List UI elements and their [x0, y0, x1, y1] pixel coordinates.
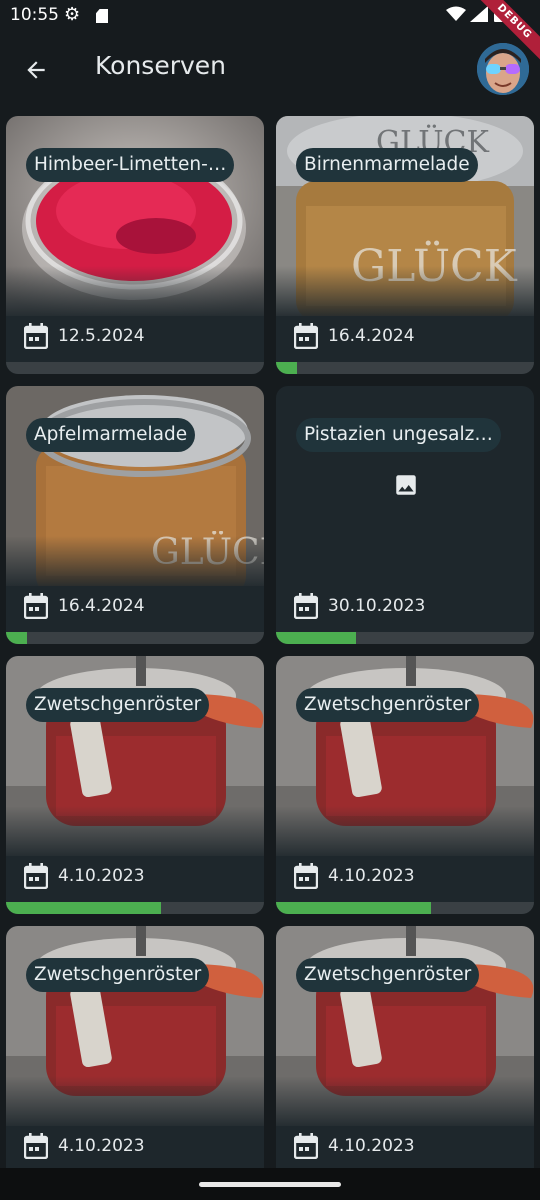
calendar-icon [294, 593, 318, 619]
card-date-row: 4.10.2023 [294, 1132, 415, 1160]
card-title: Zwetschgenröster [26, 688, 210, 722]
calendar-icon [24, 863, 48, 889]
debug-banner: DEBUG [470, 0, 540, 70]
sd-card-icon [96, 9, 108, 23]
calendar-icon [294, 323, 318, 349]
progress-fill [276, 902, 431, 914]
card-title: Birnenmarmelade [296, 148, 478, 182]
status-bar: 10:55 ⚙ [0, 0, 540, 34]
page-title: Konserven [95, 51, 226, 80]
card-title: Apfelmarmelade [26, 418, 196, 452]
preserve-card[interactable]: GLÜCK GLÜCK Birnenmarmelade 16.4.2024 [276, 116, 534, 374]
progress-fill [6, 902, 161, 914]
photo-fade [6, 536, 264, 591]
preserve-card[interactable]: Zwetschgenröster 4.10.2023 [6, 656, 264, 914]
arrow-left-icon [27, 61, 45, 79]
photo-fade [276, 1076, 534, 1131]
app-bar: Konserven [0, 34, 540, 104]
progress-fill [276, 632, 356, 644]
calendar-icon [294, 863, 318, 889]
debug-label: DEBUG [470, 0, 540, 70]
preserve-card[interactable]: Zwetschgenröster 4.10.2023 [6, 926, 264, 1168]
card-date-row: 4.10.2023 [24, 862, 145, 890]
gear-icon: ⚙ [64, 4, 81, 25]
card-title: Pistazien ungesalz… [296, 418, 501, 452]
card-title: Zwetschgenröster [296, 958, 480, 992]
progress-bar [276, 902, 534, 914]
card-title: Zwetschgenröster [26, 958, 210, 992]
card-date: 4.10.2023 [58, 866, 145, 886]
card-date: 16.4.2024 [58, 596, 145, 616]
card-date: 16.4.2024 [328, 326, 415, 346]
wifi-icon [446, 6, 466, 21]
photo-fade [6, 266, 264, 321]
preserve-card[interactable]: Himbeer-Limetten-… 12.5.2024 [6, 116, 264, 374]
preserve-card[interactable]: Zwetschgenröster 4.10.2023 [276, 656, 534, 914]
card-title: Himbeer-Limetten-… [26, 148, 235, 182]
back-button[interactable] [16, 50, 56, 90]
preserve-card[interactable]: Zwetschgenröster 4.10.2023 [276, 926, 534, 1168]
card-date-row: 16.4.2024 [24, 592, 145, 620]
card-date-row: 16.4.2024 [294, 322, 415, 350]
system-navigation-bar [0, 1168, 540, 1200]
image-icon [396, 475, 416, 495]
progress-bar [276, 362, 534, 374]
progress-bar [6, 632, 264, 644]
calendar-icon [24, 593, 48, 619]
preserves-grid: Himbeer-Limetten-… 12.5.2024 GLÜCK GLÜCK… [6, 116, 534, 1168]
card-date-row: 4.10.2023 [294, 862, 415, 890]
progress-fill [6, 632, 27, 644]
card-date: 30.10.2023 [328, 596, 426, 616]
progress-bar [6, 362, 264, 374]
photo-fade [6, 1076, 264, 1131]
card-date: 4.10.2023 [58, 1136, 145, 1156]
progress-fill [276, 362, 297, 374]
card-date-row: 30.10.2023 [294, 592, 425, 620]
card-date: 4.10.2023 [328, 866, 415, 886]
card-title: Zwetschgenröster [296, 688, 480, 722]
home-indicator[interactable] [199, 1182, 341, 1187]
calendar-icon [24, 323, 48, 349]
card-date: 4.10.2023 [328, 1136, 415, 1156]
card-date: 12.5.2024 [58, 326, 145, 346]
photo-fade [276, 806, 534, 861]
card-date-row: 12.5.2024 [24, 322, 145, 350]
status-time: 10:55 [10, 5, 59, 25]
progress-bar [276, 632, 534, 644]
calendar-icon [294, 1133, 318, 1159]
photo-fade [6, 806, 264, 861]
photo-fade [276, 266, 534, 321]
preserve-card[interactable]: Pistazien ungesalz… 30.10.2023 [276, 386, 534, 644]
progress-bar [6, 902, 264, 914]
preserve-card[interactable]: GLÜCK Apfelmarmelade 16.4.2024 [6, 386, 264, 644]
card-date-row: 4.10.2023 [24, 1132, 145, 1160]
calendar-icon [24, 1133, 48, 1159]
